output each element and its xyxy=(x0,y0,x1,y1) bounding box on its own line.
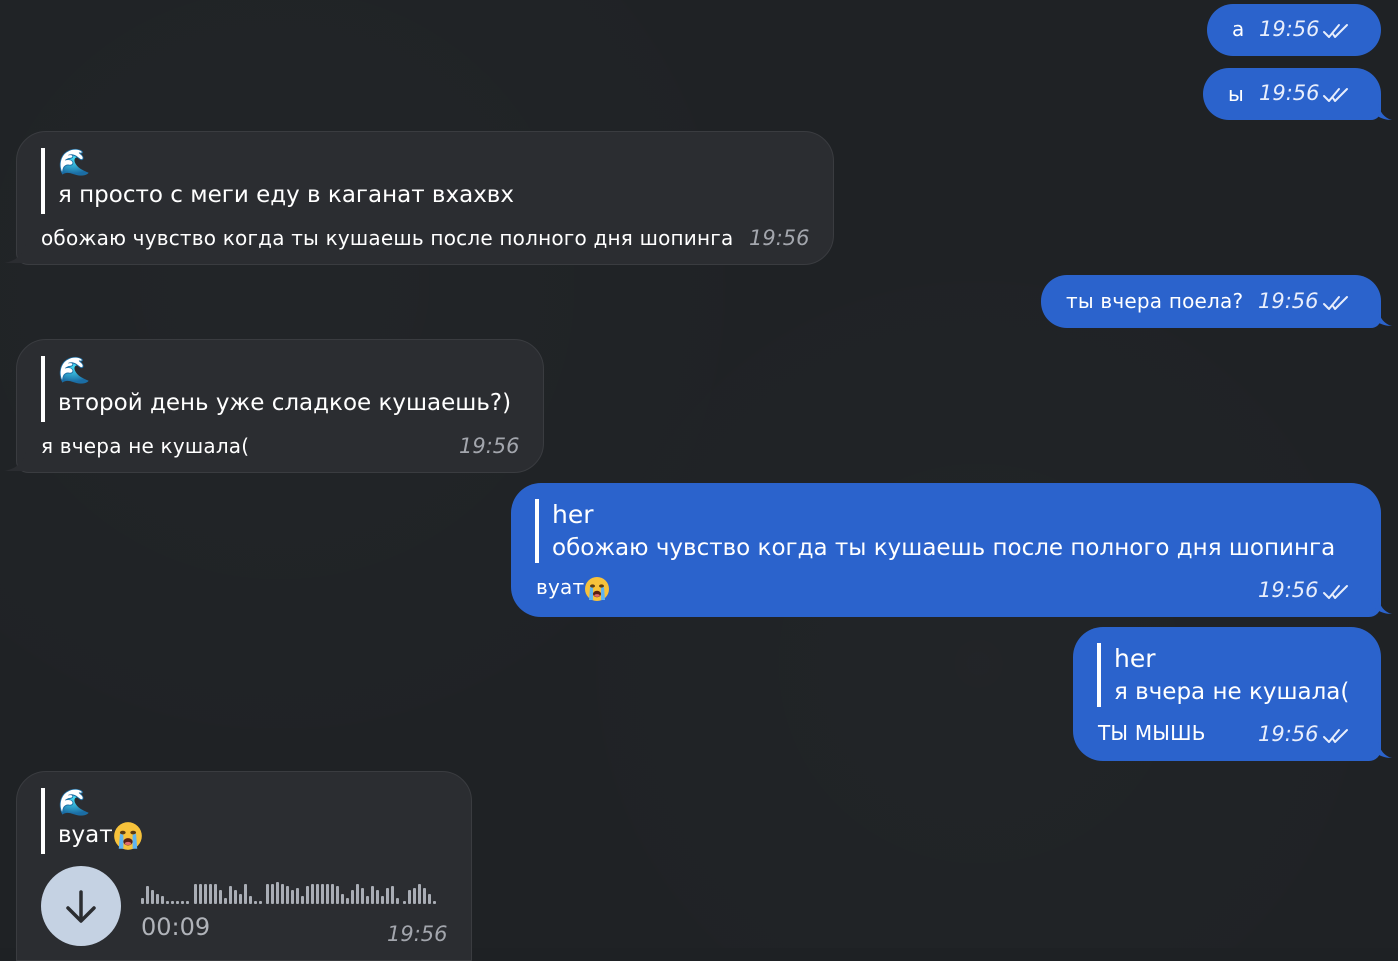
reply-author: 🌊 xyxy=(58,788,91,818)
reply-author: her xyxy=(552,500,594,529)
message-time: 19:56 xyxy=(1259,17,1320,41)
message-text: обожаю чувство когда ты кушаешь после по… xyxy=(41,226,734,250)
reply-text: я вчера не кушала( xyxy=(1114,679,1350,705)
loudly-crying-face-emoji xyxy=(113,821,143,851)
bubble-tail xyxy=(1370,104,1392,120)
double-check-icon xyxy=(1322,727,1352,745)
chat-area: а 19:56 ы 19:56 🌊 я просто с меги еду в … xyxy=(0,0,1398,961)
message-time: 19:56 xyxy=(1258,289,1319,313)
reply-text: второй день уже сладкое кушаешь?) xyxy=(58,390,512,416)
message-bubble[interactable]: ы 19:56 xyxy=(1203,68,1381,120)
reply-text-content: вуат xyxy=(58,822,113,848)
double-check-icon xyxy=(1322,22,1352,40)
reply-quote[interactable]: 🌊 второй день уже сладкое кушаешь?) xyxy=(41,356,511,422)
arrow-down-icon xyxy=(66,890,96,923)
message-time: 19:56 xyxy=(1258,722,1319,746)
reply-author: 🌊 xyxy=(58,148,91,178)
message-text: я вчера не кушала( xyxy=(41,434,250,458)
double-check-icon xyxy=(1322,583,1352,601)
message-bubble[interactable]: her я вчера не кушала( ТЫ МЫШЬ 19:56 xyxy=(1073,627,1381,761)
message-bubble[interactable]: а 19:56 xyxy=(1207,4,1381,56)
voice-duration: 00:09 xyxy=(141,913,211,941)
reply-quote[interactable]: her обожаю чувство когда ты кушаешь посл… xyxy=(535,499,1335,563)
message-bubble[interactable]: her обожаю чувство когда ты кушаешь посл… xyxy=(511,483,1381,617)
message-text: ы xyxy=(1228,82,1244,106)
reply-author: her xyxy=(1114,644,1156,673)
double-check-icon xyxy=(1322,294,1352,312)
message-text: а xyxy=(1232,17,1245,41)
bubble-tail xyxy=(1370,742,1392,758)
download-voice-button[interactable] xyxy=(41,866,121,946)
message-bubble[interactable]: ты вчера поела? 19:56 xyxy=(1041,275,1381,328)
bubble-tail xyxy=(4,452,26,471)
message-time: 19:56 xyxy=(749,226,810,250)
reply-text: вуат xyxy=(58,818,143,852)
bubble-tail xyxy=(4,244,26,263)
reply-author: 🌊 xyxy=(58,356,91,386)
message-text: вуат xyxy=(536,575,610,602)
loudly-crying-face-emoji xyxy=(584,576,610,602)
voice-message-bubble[interactable]: 🌊 вуат 00:09 19:56 xyxy=(16,771,472,961)
reply-quote[interactable]: 🌊 я просто с меги еду в каганат вхахвх xyxy=(41,148,514,214)
message-bubble[interactable]: 🌊 я просто с меги еду в каганат вхахвх о… xyxy=(16,131,834,265)
double-check-icon xyxy=(1322,86,1352,104)
message-text: ты вчера поела? xyxy=(1066,289,1244,313)
reply-text: я просто с меги еду в каганат вхахвх xyxy=(58,182,514,208)
voice-waveform[interactable] xyxy=(141,876,441,904)
message-time: 19:56 xyxy=(387,922,448,946)
reply-quote[interactable]: her я вчера не кушала( xyxy=(1097,643,1349,707)
message-text-content: вуат xyxy=(536,575,585,599)
reply-text: обожаю чувство когда ты кушаешь после по… xyxy=(552,535,1336,561)
message-time: 19:56 xyxy=(1258,578,1319,602)
reply-quote[interactable]: 🌊 вуат xyxy=(41,788,143,854)
message-time: 19:56 xyxy=(459,434,520,458)
bubble-tail xyxy=(1370,598,1392,614)
message-bubble[interactable]: 🌊 второй день уже сладкое кушаешь?) я вч… xyxy=(16,339,544,473)
message-time: 19:56 xyxy=(1259,81,1320,105)
message-text: ТЫ МЫШЬ xyxy=(1098,721,1206,745)
bubble-tail xyxy=(1370,310,1392,326)
